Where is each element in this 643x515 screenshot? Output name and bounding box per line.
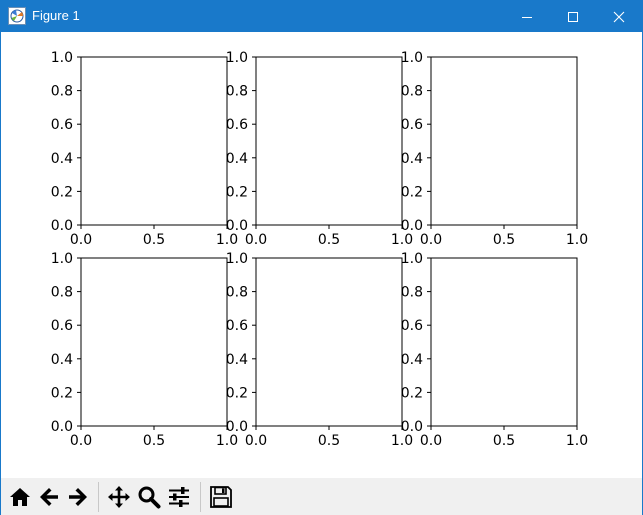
x-tick-label: 0.0	[420, 232, 442, 248]
configure-subplots-button[interactable]	[165, 483, 193, 511]
x-tick-label: 0.0	[70, 433, 92, 449]
back-button[interactable]	[35, 483, 63, 511]
save-button[interactable]	[207, 483, 235, 511]
home-icon	[10, 488, 30, 506]
x-tick-label: 0.0	[245, 232, 267, 248]
x-tick-label: 0.5	[143, 232, 165, 248]
maximize-icon	[568, 11, 578, 22]
move-icon	[108, 486, 130, 508]
y-tick-label: 1.0	[51, 251, 73, 267]
y-tick-label: 0.2	[401, 385, 423, 401]
y-tick-label: 0.0	[51, 218, 73, 234]
home-button[interactable]	[6, 483, 34, 511]
axes-frame	[80, 257, 228, 427]
sliders-icon	[169, 487, 189, 507]
axes-frame	[255, 257, 403, 427]
x-tick-label: 1.0	[566, 232, 588, 248]
y-tick-label: 0.8	[51, 285, 73, 301]
y-tick-label: 0.2	[226, 385, 248, 401]
y-tick-label: 0.6	[226, 117, 248, 133]
minimize-button[interactable]	[504, 1, 550, 32]
y-tick-label: 1.0	[51, 50, 73, 66]
title-bar[interactable]: Figure 1	[1, 1, 642, 32]
y-tick-label: 0.8	[226, 84, 248, 100]
zoom-button[interactable]	[135, 483, 163, 511]
y-tick-label: 0.6	[226, 318, 248, 334]
y-tick-label: 1.0	[226, 251, 248, 267]
y-tick-label: 0.4	[226, 151, 248, 167]
x-tick-label: 1.0	[391, 433, 413, 449]
arrow-left-icon	[40, 488, 58, 506]
y-tick-label: 0.6	[51, 117, 73, 133]
y-tick-label: 0.8	[51, 84, 73, 100]
x-tick-label: 0.0	[420, 433, 442, 449]
x-tick-label: 1.0	[566, 433, 588, 449]
y-tick-label: 0.4	[401, 151, 423, 167]
minimize-icon	[522, 16, 532, 18]
subplot-6: 0.0 0.5 1.0 0.0 0.2 0.4 0.6 0.8 1.0	[401, 251, 588, 449]
toolbar-separator	[200, 482, 201, 512]
y-tick-label: 0.4	[51, 151, 73, 167]
figure-window: Figure 1 0.0 0.5 1.0 0.0 0.2 0.4 0.6 0.8 1.0 0.0 0…	[0, 0, 643, 515]
y-tick-label: 0.8	[401, 285, 423, 301]
y-tick-label: 1.0	[401, 50, 423, 66]
arrow-right-icon	[69, 488, 87, 506]
magnifier-icon	[138, 486, 161, 509]
figure-canvas[interactable]: 0.0 0.5 1.00.00.20.40.60.81.00.0 0.5 1.00.00…	[1, 32, 642, 478]
subplot-1: 0.0 0.5 1.0 0.0 0.2 0.4 0.6 0.8 1.0	[51, 50, 238, 248]
y-tick-label: 0.0	[401, 218, 423, 234]
navigation-toolbar	[1, 478, 642, 515]
x-tick-label: 0.5	[318, 433, 340, 449]
y-tick-label: 1.0	[401, 251, 423, 267]
y-tick-label: 1.0	[226, 50, 248, 66]
y-tick-label: 0.2	[51, 385, 73, 401]
y-tick-label: 0.6	[401, 117, 423, 133]
y-tick-label: 0.2	[226, 184, 248, 200]
subplot-3: 0.0 0.5 1.0 0.0 0.2 0.4 0.6 0.8 1.0	[401, 50, 588, 248]
y-tick-label: 0.8	[401, 84, 423, 100]
y-tick-label: 0.8	[226, 285, 248, 301]
subplot-2: 0.0 0.5 1.0 0.0 0.2 0.4 0.6 0.8 1.0	[226, 50, 413, 248]
axes-frame	[80, 56, 228, 226]
y-tick-label: 0.4	[226, 352, 248, 368]
axes-frame	[430, 56, 578, 226]
x-tick-label: 0.5	[493, 433, 515, 449]
x-tick-label: 1.0	[216, 232, 238, 248]
x-tick-label: 1.0	[216, 433, 238, 449]
pan-button[interactable]	[105, 483, 133, 511]
floppy-disk-icon	[210, 486, 232, 508]
subplot-4: 0.0 0.5 1.0 0.0 0.2 0.4 0.6 0.8 1.0	[51, 251, 238, 449]
x-tick-label: 0.0	[245, 433, 267, 449]
y-tick-label: 0.6	[401, 318, 423, 334]
y-tick-label: 0.4	[401, 352, 423, 368]
close-icon	[613, 11, 625, 22]
y-tick-label: 0.2	[51, 184, 73, 200]
window-title: Figure 1	[32, 8, 80, 23]
y-tick-label: 0.6	[51, 318, 73, 334]
y-tick-label: 0.0	[226, 218, 248, 234]
x-tick-label: 0.5	[143, 433, 165, 449]
x-tick-label: 0.5	[318, 232, 340, 248]
y-tick-label: 0.2	[401, 184, 423, 200]
axes-frame	[430, 257, 578, 427]
y-tick-label: 0.0	[226, 419, 248, 435]
toolbar-separator	[98, 482, 99, 512]
maximize-button[interactable]	[550, 1, 596, 32]
x-tick-label: 0.0	[70, 232, 92, 248]
close-button[interactable]	[596, 1, 642, 32]
y-tick-label: 0.0	[401, 419, 423, 435]
x-tick-label: 1.0	[391, 232, 413, 248]
matplotlib-figure-icon	[8, 7, 26, 25]
y-tick-label: 0.0	[51, 419, 73, 435]
subplot-5: 0.0 0.5 1.0 0.0 0.2 0.4 0.6 0.8 1.0	[226, 251, 413, 449]
axes-frame	[255, 56, 403, 226]
y-tick-label: 0.4	[51, 352, 73, 368]
forward-button[interactable]	[64, 483, 92, 511]
x-tick-label: 0.5	[493, 232, 515, 248]
